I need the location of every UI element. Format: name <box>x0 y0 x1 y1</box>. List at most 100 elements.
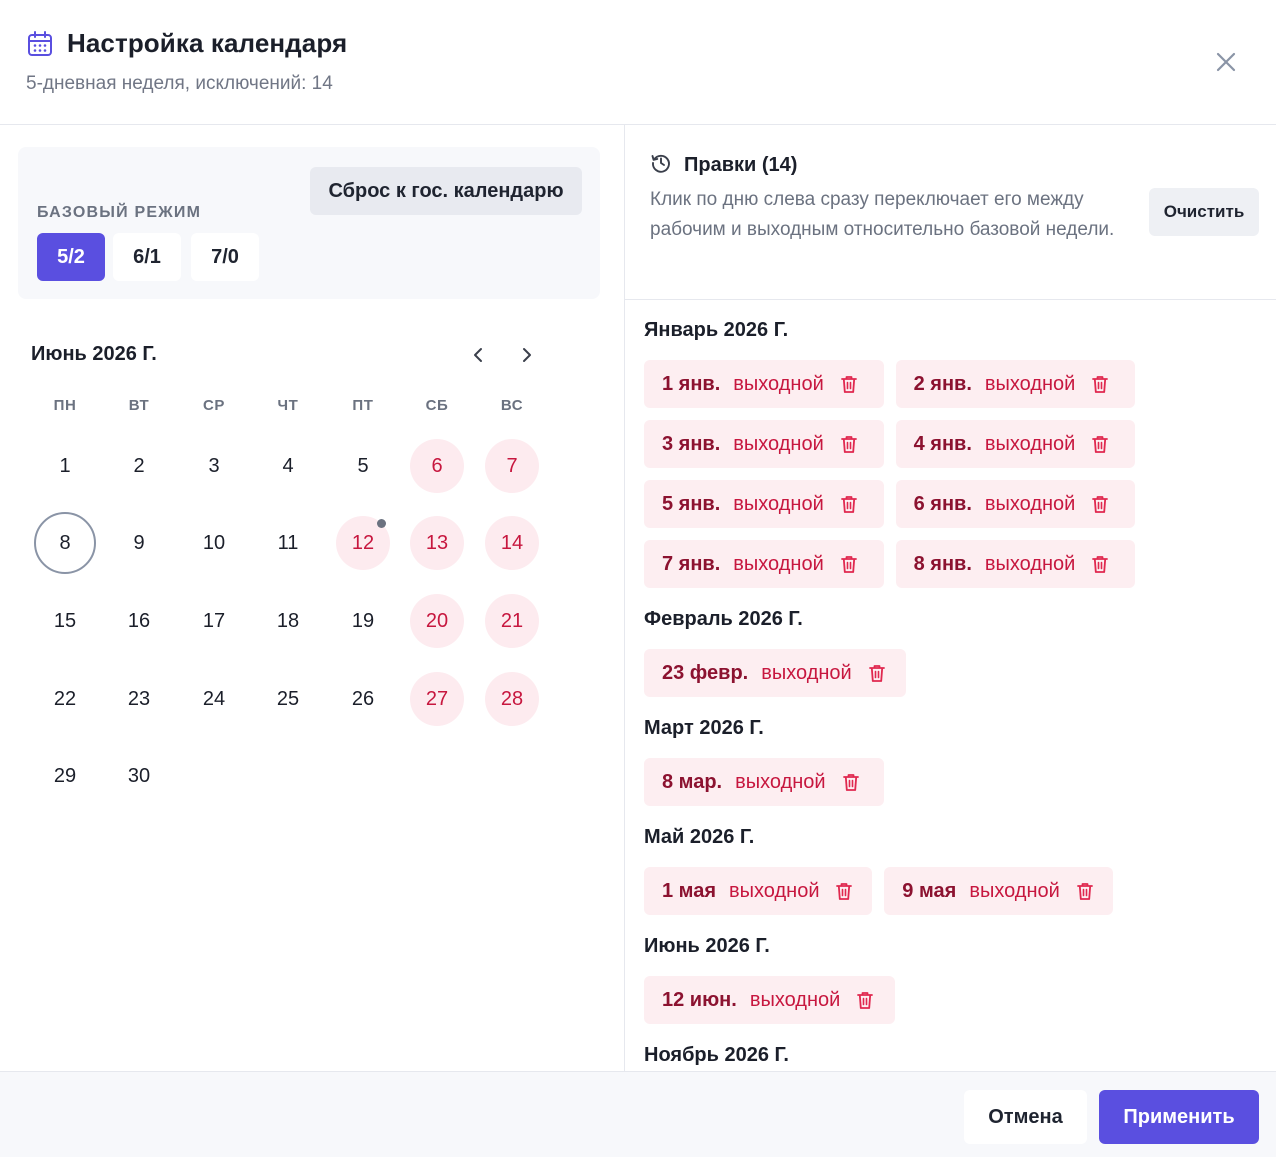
day-number: 27 <box>425 687 449 710</box>
trash-icon[interactable] <box>840 373 860 395</box>
trash-icon[interactable] <box>1091 493 1111 515</box>
calendar-day[interactable]: 23 <box>112 672 166 726</box>
edits-group-title: Июнь 2026 Г. <box>644 935 770 957</box>
next-month-button[interactable] <box>513 342 539 368</box>
day-number: 12 <box>351 531 375 554</box>
apply-button[interactable]: Применить <box>1099 1090 1259 1144</box>
calendar-day[interactable]: 20 <box>410 594 464 648</box>
day-number: 7 <box>506 454 518 477</box>
edit-chip[interactable]: 4 янв. выходной <box>895 420 1136 468</box>
edit-kind: выходной <box>984 552 1076 575</box>
calendar-day[interactable]: 6 <box>410 439 464 493</box>
edit-kind: выходной <box>761 661 852 684</box>
calendar-day[interactable]: 12 <box>336 516 390 570</box>
trash-icon[interactable] <box>842 771 862 793</box>
calendar-day[interactable]: 22 <box>38 672 92 726</box>
edits-description: Клик по дню слева сразу переключает его … <box>650 189 1115 240</box>
calendar-day[interactable]: 4 <box>261 439 315 493</box>
edit-date: 1 мая <box>662 879 717 902</box>
trash-icon[interactable] <box>856 989 876 1011</box>
edit-chip[interactable]: 6 янв. выходной <box>895 480 1136 528</box>
trash-icon[interactable] <box>840 433 860 455</box>
chevron-right-icon <box>523 348 531 362</box>
clear-edits-button[interactable]: Очистить <box>1149 188 1259 236</box>
day-number: 11 <box>277 531 299 554</box>
edit-kind: выходной <box>733 492 824 515</box>
edit-chip[interactable]: 2 янв. выходной <box>895 360 1136 408</box>
calendar-day[interactable]: 3 <box>187 439 241 493</box>
calendar-day[interactable]: 18 <box>261 594 315 648</box>
edits-group-title: Май 2026 Г. <box>644 826 755 848</box>
reset-to-state-calendar-button[interactable]: Сброс к гос. календарю <box>310 167 582 215</box>
mode-6-1-button[interactable]: 6/1 <box>113 233 181 281</box>
dialog-header: Настройка календаря 5-дневная неделя, ис… <box>0 0 1276 125</box>
day-number: 13 <box>425 531 449 554</box>
edit-chip[interactable]: 3 янв. выходной <box>644 420 884 468</box>
calendar-day[interactable]: 21 <box>485 594 539 648</box>
edit-chip[interactable]: 23 февр. выходной <box>644 649 907 697</box>
calendar-day[interactable]: 19 <box>336 594 390 648</box>
calendar-day[interactable]: 28 <box>485 672 539 726</box>
edits-group-title: Февраль 2026 Г. <box>644 608 803 630</box>
dialog-footer: Отмена Применить <box>0 1071 1276 1157</box>
edit-chip[interactable]: 7 янв. выходной <box>644 540 884 588</box>
weekday-label: СР <box>202 397 226 414</box>
edit-chip[interactable]: 12 июн. выходной <box>644 976 895 1024</box>
edits-header: Правки (14) Клик по дню слева сразу пере… <box>625 125 1276 300</box>
calendar-day[interactable]: 7 <box>485 439 539 493</box>
edit-chip[interactable]: 8 янв. выходной <box>895 540 1136 588</box>
calendar-day[interactable]: 17 <box>187 594 241 648</box>
trash-icon[interactable] <box>835 880 855 902</box>
edit-chip[interactable]: 1 янв. выходной <box>644 360 884 408</box>
calendar-day[interactable]: 27 <box>410 672 464 726</box>
edit-date: 3 янв. <box>662 432 721 455</box>
edit-chip[interactable]: 9 мая выходной <box>884 867 1113 915</box>
day-number: 30 <box>127 764 151 787</box>
trash-icon[interactable] <box>840 493 860 515</box>
calendar-day-today[interactable]: 8 <box>34 512 96 574</box>
edit-kind: выходной <box>984 432 1076 455</box>
calendar-day[interactable]: 14 <box>485 516 539 570</box>
calendar-day[interactable]: 1 <box>38 439 92 493</box>
cancel-button[interactable]: Отмена <box>964 1090 1087 1144</box>
day-number: 8 <box>59 531 71 554</box>
mode-7-0-button[interactable]: 7/0 <box>191 233 259 281</box>
calendar-day[interactable]: 5 <box>336 439 390 493</box>
prev-month-button[interactable] <box>466 342 492 368</box>
day-number: 28 <box>500 687 524 710</box>
edit-chip[interactable]: 8 мар. выходной <box>644 758 884 806</box>
edits-title-row: Правки (14) <box>650 152 797 179</box>
trash-icon[interactable] <box>1091 373 1111 395</box>
calendar-day[interactable]: 10 <box>187 516 241 570</box>
calendar-day[interactable]: 9 <box>112 516 166 570</box>
calendar-day[interactable]: 11 <box>261 516 315 570</box>
weekday-label: СБ <box>425 397 449 414</box>
trash-icon[interactable] <box>1091 433 1111 455</box>
edit-chip[interactable]: 1 мая выходной <box>644 867 873 915</box>
calendar-day[interactable]: 2 <box>112 439 166 493</box>
calendar-day[interactable]: 13 <box>410 516 464 570</box>
edit-chip[interactable]: 5 янв. выходной <box>644 480 884 528</box>
close-button[interactable] <box>1210 46 1242 78</box>
weekday-label: ПН <box>53 397 77 414</box>
edit-kind: выходной <box>733 552 824 575</box>
mode-5-2-button[interactable]: 5/2 <box>37 233 105 281</box>
day-number: 2 <box>133 454 145 477</box>
day-number: 15 <box>53 609 77 632</box>
calendar-day[interactable]: 26 <box>336 672 390 726</box>
calendar-day[interactable]: 30 <box>112 749 166 803</box>
calendar-day[interactable]: 15 <box>38 594 92 648</box>
chevron-left-icon <box>474 348 482 362</box>
calendar-day[interactable]: 29 <box>38 749 92 803</box>
trash-icon[interactable] <box>1091 553 1111 575</box>
month-title: Июнь 2026 Г. <box>31 343 157 365</box>
edits-group-title: Март 2026 Г. <box>644 717 764 739</box>
trash-icon[interactable] <box>1076 880 1096 902</box>
calendar-day[interactable]: 16 <box>112 594 166 648</box>
calendar-day[interactable]: 24 <box>187 672 241 726</box>
day-number: 1 <box>59 454 71 477</box>
trash-icon[interactable] <box>868 662 888 684</box>
trash-icon[interactable] <box>840 553 860 575</box>
weekday-label: ЧТ <box>277 397 299 414</box>
calendar-day[interactable]: 25 <box>261 672 315 726</box>
